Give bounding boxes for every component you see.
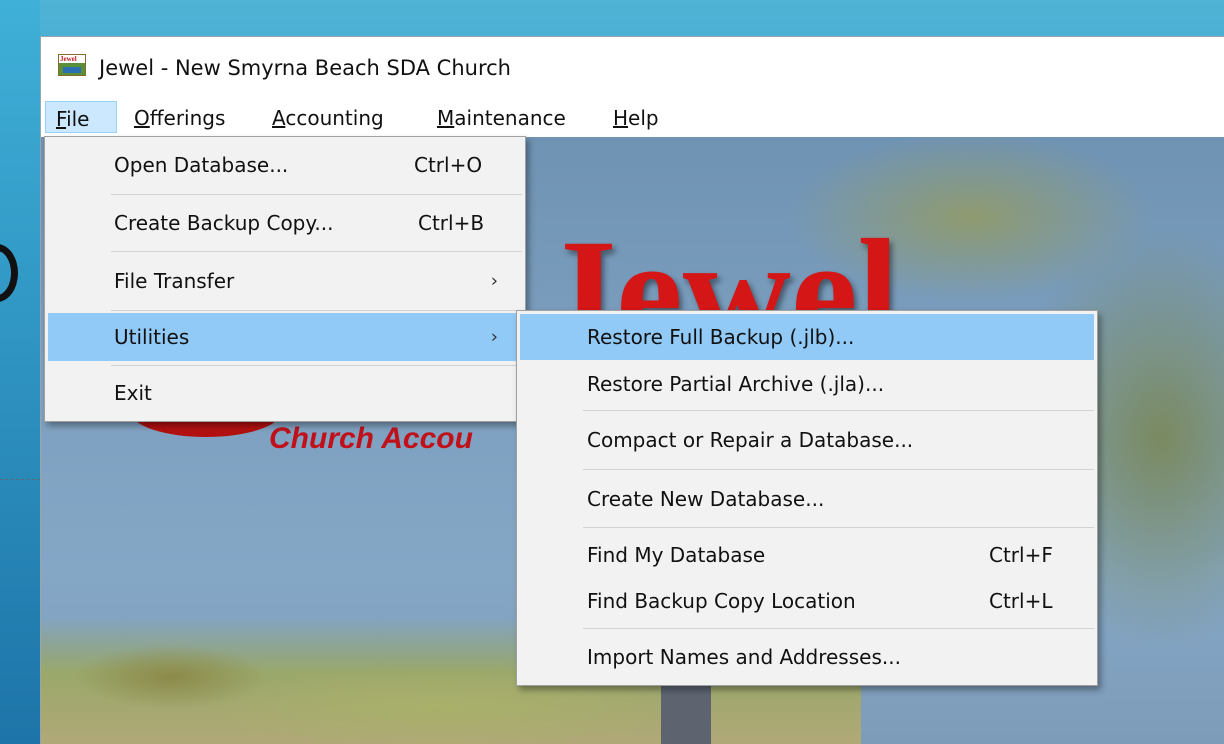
menu-help[interactable]: Help — [613, 101, 659, 133]
menu-maintenance-mnemonic: M — [437, 106, 455, 130]
menu-maintenance[interactable]: Maintenance — [437, 101, 566, 133]
menu-file-label: ile — [66, 107, 90, 131]
menu-item-find-my-database[interactable]: Find My Database Ctrl+F — [520, 530, 1094, 580]
open-database-label: Open Database... — [114, 153, 289, 177]
menu-item-restore-full-backup[interactable]: Restore Full Backup (.jlb)... — [520, 314, 1094, 360]
menu-offerings[interactable]: Offerings — [134, 101, 225, 133]
menu-help-label: elp — [628, 106, 659, 130]
menu-item-file-transfer[interactable]: File Transfer › — [48, 254, 522, 308]
open-database-shortcut: Ctrl+O — [414, 153, 483, 177]
logo-subtitle: Church Accou — [269, 422, 473, 455]
menu-item-open-database[interactable]: Open Database... Ctrl+O — [48, 139, 522, 191]
menu-file[interactable]: File — [45, 101, 117, 133]
menu-item-import-names-addresses[interactable]: Import Names and Addresses... — [520, 631, 1094, 683]
menu-item-create-new-database[interactable]: Create New Database... — [520, 472, 1094, 526]
restore-partial-archive-label: Restore Partial Archive (.jla)... — [587, 372, 885, 396]
dashed-connector — [0, 479, 40, 480]
menu-accounting-mnemonic: A — [272, 106, 286, 130]
title-bar: Jewel Jewel - New Smyrna Beach SDA Churc… — [41, 37, 1224, 97]
create-new-database-label: Create New Database... — [587, 487, 825, 511]
compact-repair-label: Compact or Repair a Database... — [587, 428, 914, 452]
menu-separator — [111, 365, 522, 366]
import-names-addresses-label: Import Names and Addresses... — [587, 645, 901, 669]
chevron-right-icon: › — [490, 270, 498, 292]
menu-accounting[interactable]: Accounting — [272, 101, 384, 133]
create-backup-copy-shortcut: Ctrl+B — [418, 211, 485, 235]
menu-help-mnemonic: H — [613, 106, 629, 130]
menu-separator — [583, 527, 1094, 528]
menu-separator — [111, 310, 522, 311]
menu-separator — [583, 410, 1094, 411]
utilities-label: Utilities — [114, 325, 190, 349]
find-backup-copy-location-label: Find Backup Copy Location — [587, 589, 856, 613]
menu-item-restore-partial-archive[interactable]: Restore Partial Archive (.jla)... — [520, 361, 1094, 407]
file-transfer-label: File Transfer — [114, 269, 235, 293]
menu-maintenance-label: aintenance — [454, 106, 566, 130]
menu-separator — [583, 628, 1094, 629]
app-icon-label: Jewel — [60, 55, 77, 63]
create-backup-copy-label: Create Backup Copy... — [114, 211, 334, 235]
menu-item-find-backup-copy-location[interactable]: Find Backup Copy Location Ctrl+L — [520, 579, 1094, 623]
app-icon-base — [63, 67, 81, 73]
menu-item-utilities[interactable]: Utilities › — [48, 313, 522, 361]
find-backup-copy-location-shortcut: Ctrl+L — [989, 589, 1053, 613]
find-my-database-label: Find My Database — [587, 543, 766, 567]
menu-accounting-label: ccounting — [285, 106, 384, 130]
find-my-database-shortcut: Ctrl+F — [989, 543, 1053, 567]
utilities-submenu: Restore Full Backup (.jlb)... Restore Pa… — [516, 310, 1098, 686]
menu-offerings-label: fferings — [149, 106, 226, 130]
menu-separator — [583, 469, 1094, 470]
jewel-app-icon: Jewel — [58, 54, 86, 76]
menu-item-create-backup-copy[interactable]: Create Backup Copy... Ctrl+B — [48, 197, 522, 249]
menu-separator — [111, 194, 522, 195]
file-dropdown-menu: Open Database... Ctrl+O Create Backup Co… — [44, 136, 526, 422]
slide-background-strip — [0, 0, 40, 744]
chevron-right-icon: › — [490, 326, 498, 348]
menu-offerings-mnemonic: O — [134, 106, 150, 130]
menu-item-exit[interactable]: Exit — [48, 368, 522, 418]
restore-full-backup-label: Restore Full Backup (.jlb)... — [587, 325, 855, 349]
window-title: Jewel - New Smyrna Beach SDA Church — [99, 56, 511, 80]
menu-file-mnemonic: F — [56, 107, 67, 131]
menu-separator — [111, 251, 522, 252]
menu-item-compact-repair[interactable]: Compact or Repair a Database... — [520, 413, 1094, 467]
menu-bar: File Offerings Accounting Maintenance He… — [41, 97, 1224, 137]
exit-label: Exit — [114, 381, 152, 405]
